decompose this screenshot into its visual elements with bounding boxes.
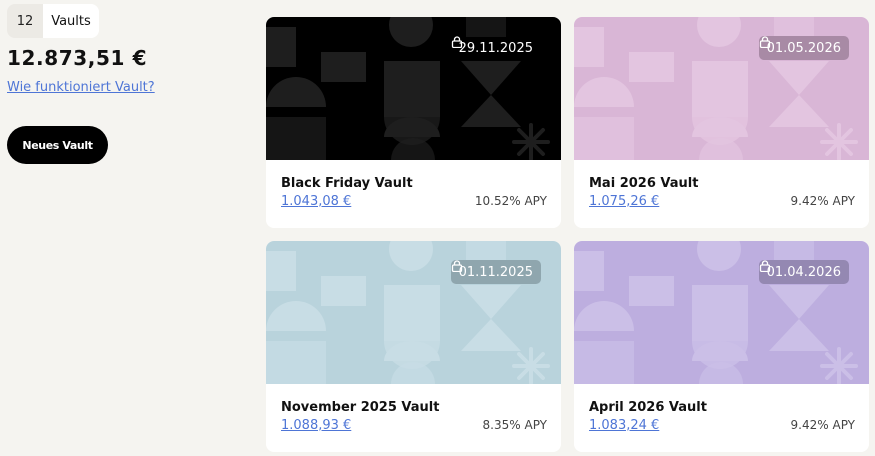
lock-date: 29.11.2025 <box>458 40 533 56</box>
total-balance: 12.873,51 € <box>7 46 148 70</box>
lock-date: 01.04.2026 <box>766 264 841 280</box>
vault-amount-link[interactable]: 1.083,24 € <box>589 418 659 433</box>
vault-banner: 01.11.2025 <box>266 241 561 384</box>
vault-card[interactable]: 01.04.2026 April 2026 Vault 1.083,24 € 9… <box>574 241 869 452</box>
lock-date: 01.11.2025 <box>458 264 533 280</box>
vault-card[interactable]: 01.11.2025 November 2025 Vault 1.088,93 … <box>266 241 561 452</box>
vault-apy: 10.52% APY <box>474 194 547 208</box>
lock-icon <box>759 260 770 272</box>
vault-apy: 9.42% APY <box>790 194 855 208</box>
lock-date-badge: 29.11.2025 <box>451 36 541 60</box>
lock-date-badge: 01.05.2026 <box>758 36 849 60</box>
vault-apy: 8.35% APY <box>482 418 547 432</box>
vault-amount-link[interactable]: 1.075,26 € <box>589 194 659 209</box>
vault-amount-link[interactable]: 1.088,93 € <box>281 418 351 433</box>
vault-banner: 01.05.2026 <box>574 17 869 160</box>
lock-icon <box>759 36 770 48</box>
vault-count-pill: 12 Vaults <box>7 4 99 38</box>
vault-amount-link[interactable]: 1.043,08 € <box>281 194 351 209</box>
lock-date-badge: 01.04.2026 <box>758 260 849 284</box>
lock-icon <box>451 260 462 272</box>
how-vault-works-link[interactable]: Wie funktioniert Vault? <box>7 80 155 95</box>
vault-card[interactable]: 29.11.2025 Black Friday Vault 1.043,08 €… <box>266 17 561 228</box>
lock-date: 01.05.2026 <box>766 40 841 56</box>
vault-count-label: Vaults <box>43 4 99 38</box>
vault-count: 12 <box>7 4 43 38</box>
vault-title: April 2026 Vault <box>589 400 707 415</box>
lock-date-badge: 01.11.2025 <box>450 260 541 284</box>
lock-icon <box>451 36 462 48</box>
vault-card[interactable]: 01.05.2026 Mai 2026 Vault 1.075,26 € 9.4… <box>574 17 869 228</box>
vault-banner: 29.11.2025 <box>266 17 561 160</box>
vault-title: Black Friday Vault <box>281 176 413 191</box>
new-vault-button[interactable]: Neues Vault <box>7 126 108 164</box>
vault-title: November 2025 Vault <box>281 400 440 415</box>
vault-apy: 9.42% APY <box>790 418 855 432</box>
vault-title: Mai 2026 Vault <box>589 176 699 191</box>
vault-banner: 01.04.2026 <box>574 241 869 384</box>
